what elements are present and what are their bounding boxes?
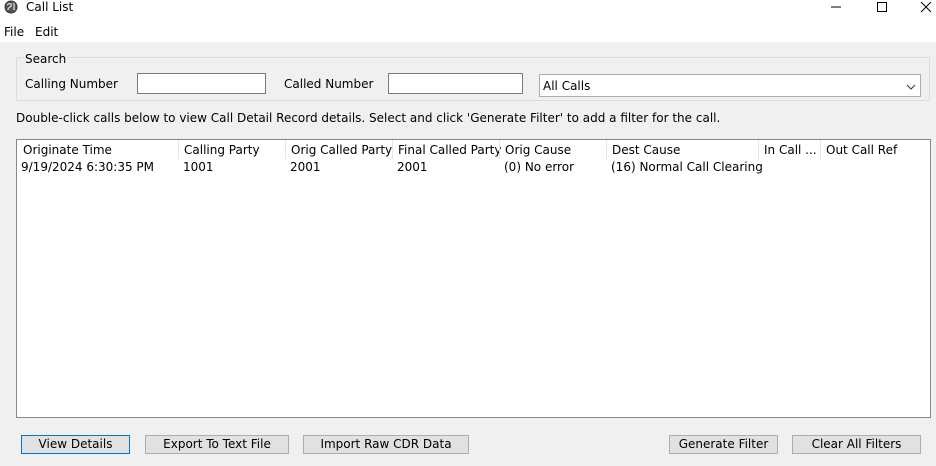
column-header-orig-called-party[interactable]: Orig Called Party [291, 143, 392, 157]
column-header-calling-party[interactable]: Calling Party [184, 143, 260, 157]
column-separator[interactable] [820, 140, 821, 159]
minimize-icon[interactable] [829, 0, 843, 14]
cell-dest-cause: (16) Normal Call Clearing [611, 160, 763, 174]
column-header-in-call-ref[interactable]: In Call ... [764, 143, 817, 157]
generate-filter-button[interactable]: Generate Filter [669, 435, 778, 454]
cell-orig-cause: (0) No error [504, 160, 574, 174]
export-text-file-button[interactable]: Export To Text File [145, 435, 289, 454]
column-header-dest-cause[interactable]: Dest Cause [612, 143, 680, 157]
called-number-input[interactable] [388, 73, 523, 94]
cell-calling-party: 1001 [183, 160, 214, 174]
column-header-out-call-ref[interactable]: Out Call Ref [826, 143, 897, 157]
view-details-button[interactable]: View Details [21, 435, 130, 454]
maximize-icon[interactable] [875, 0, 889, 14]
clear-all-filters-button[interactable]: Clear All Filters [792, 435, 921, 454]
cell-originate-time: 9/19/2024 6:30:35 PM [21, 160, 155, 174]
cell-final-called-party: 2001 [397, 160, 428, 174]
window-title: Call List [26, 0, 74, 14]
column-separator[interactable] [606, 140, 607, 159]
call-filter-value: All Calls [543, 79, 591, 93]
chevron-down-icon [906, 81, 916, 91]
column-header-orig-cause[interactable]: Orig Cause [505, 143, 571, 157]
call-list-table[interactable]: Originate Time Calling Party Orig Called… [16, 139, 931, 418]
menu-bar: File Edit [0, 22, 936, 42]
globe-icon [4, 0, 20, 16]
cell-orig-called-party: 2001 [290, 160, 321, 174]
table-header: Originate Time Calling Party Orig Called… [17, 140, 930, 159]
instructions-text: Double-click calls below to view Call De… [16, 111, 721, 125]
called-number-label: Called Number [284, 77, 374, 91]
call-filter-select[interactable]: All Calls [539, 74, 921, 97]
calling-number-input[interactable] [137, 73, 266, 94]
calling-number-label: Calling Number [25, 77, 118, 91]
column-separator[interactable] [178, 140, 179, 159]
column-header-originate-time[interactable]: Originate Time [23, 143, 112, 157]
column-separator[interactable] [499, 140, 500, 159]
menu-edit[interactable]: Edit [35, 25, 58, 39]
column-separator[interactable] [285, 140, 286, 159]
column-separator[interactable] [392, 140, 393, 159]
menu-file[interactable]: File [4, 25, 24, 39]
column-separator[interactable] [758, 140, 759, 159]
close-icon[interactable] [919, 0, 933, 14]
search-legend: Search [24, 52, 68, 66]
title-bar[interactable]: Call List [0, 0, 936, 22]
column-header-final-called-party[interactable]: Final Called Party [398, 143, 501, 157]
import-raw-cdr-button[interactable]: Import Raw CDR Data [303, 435, 469, 454]
